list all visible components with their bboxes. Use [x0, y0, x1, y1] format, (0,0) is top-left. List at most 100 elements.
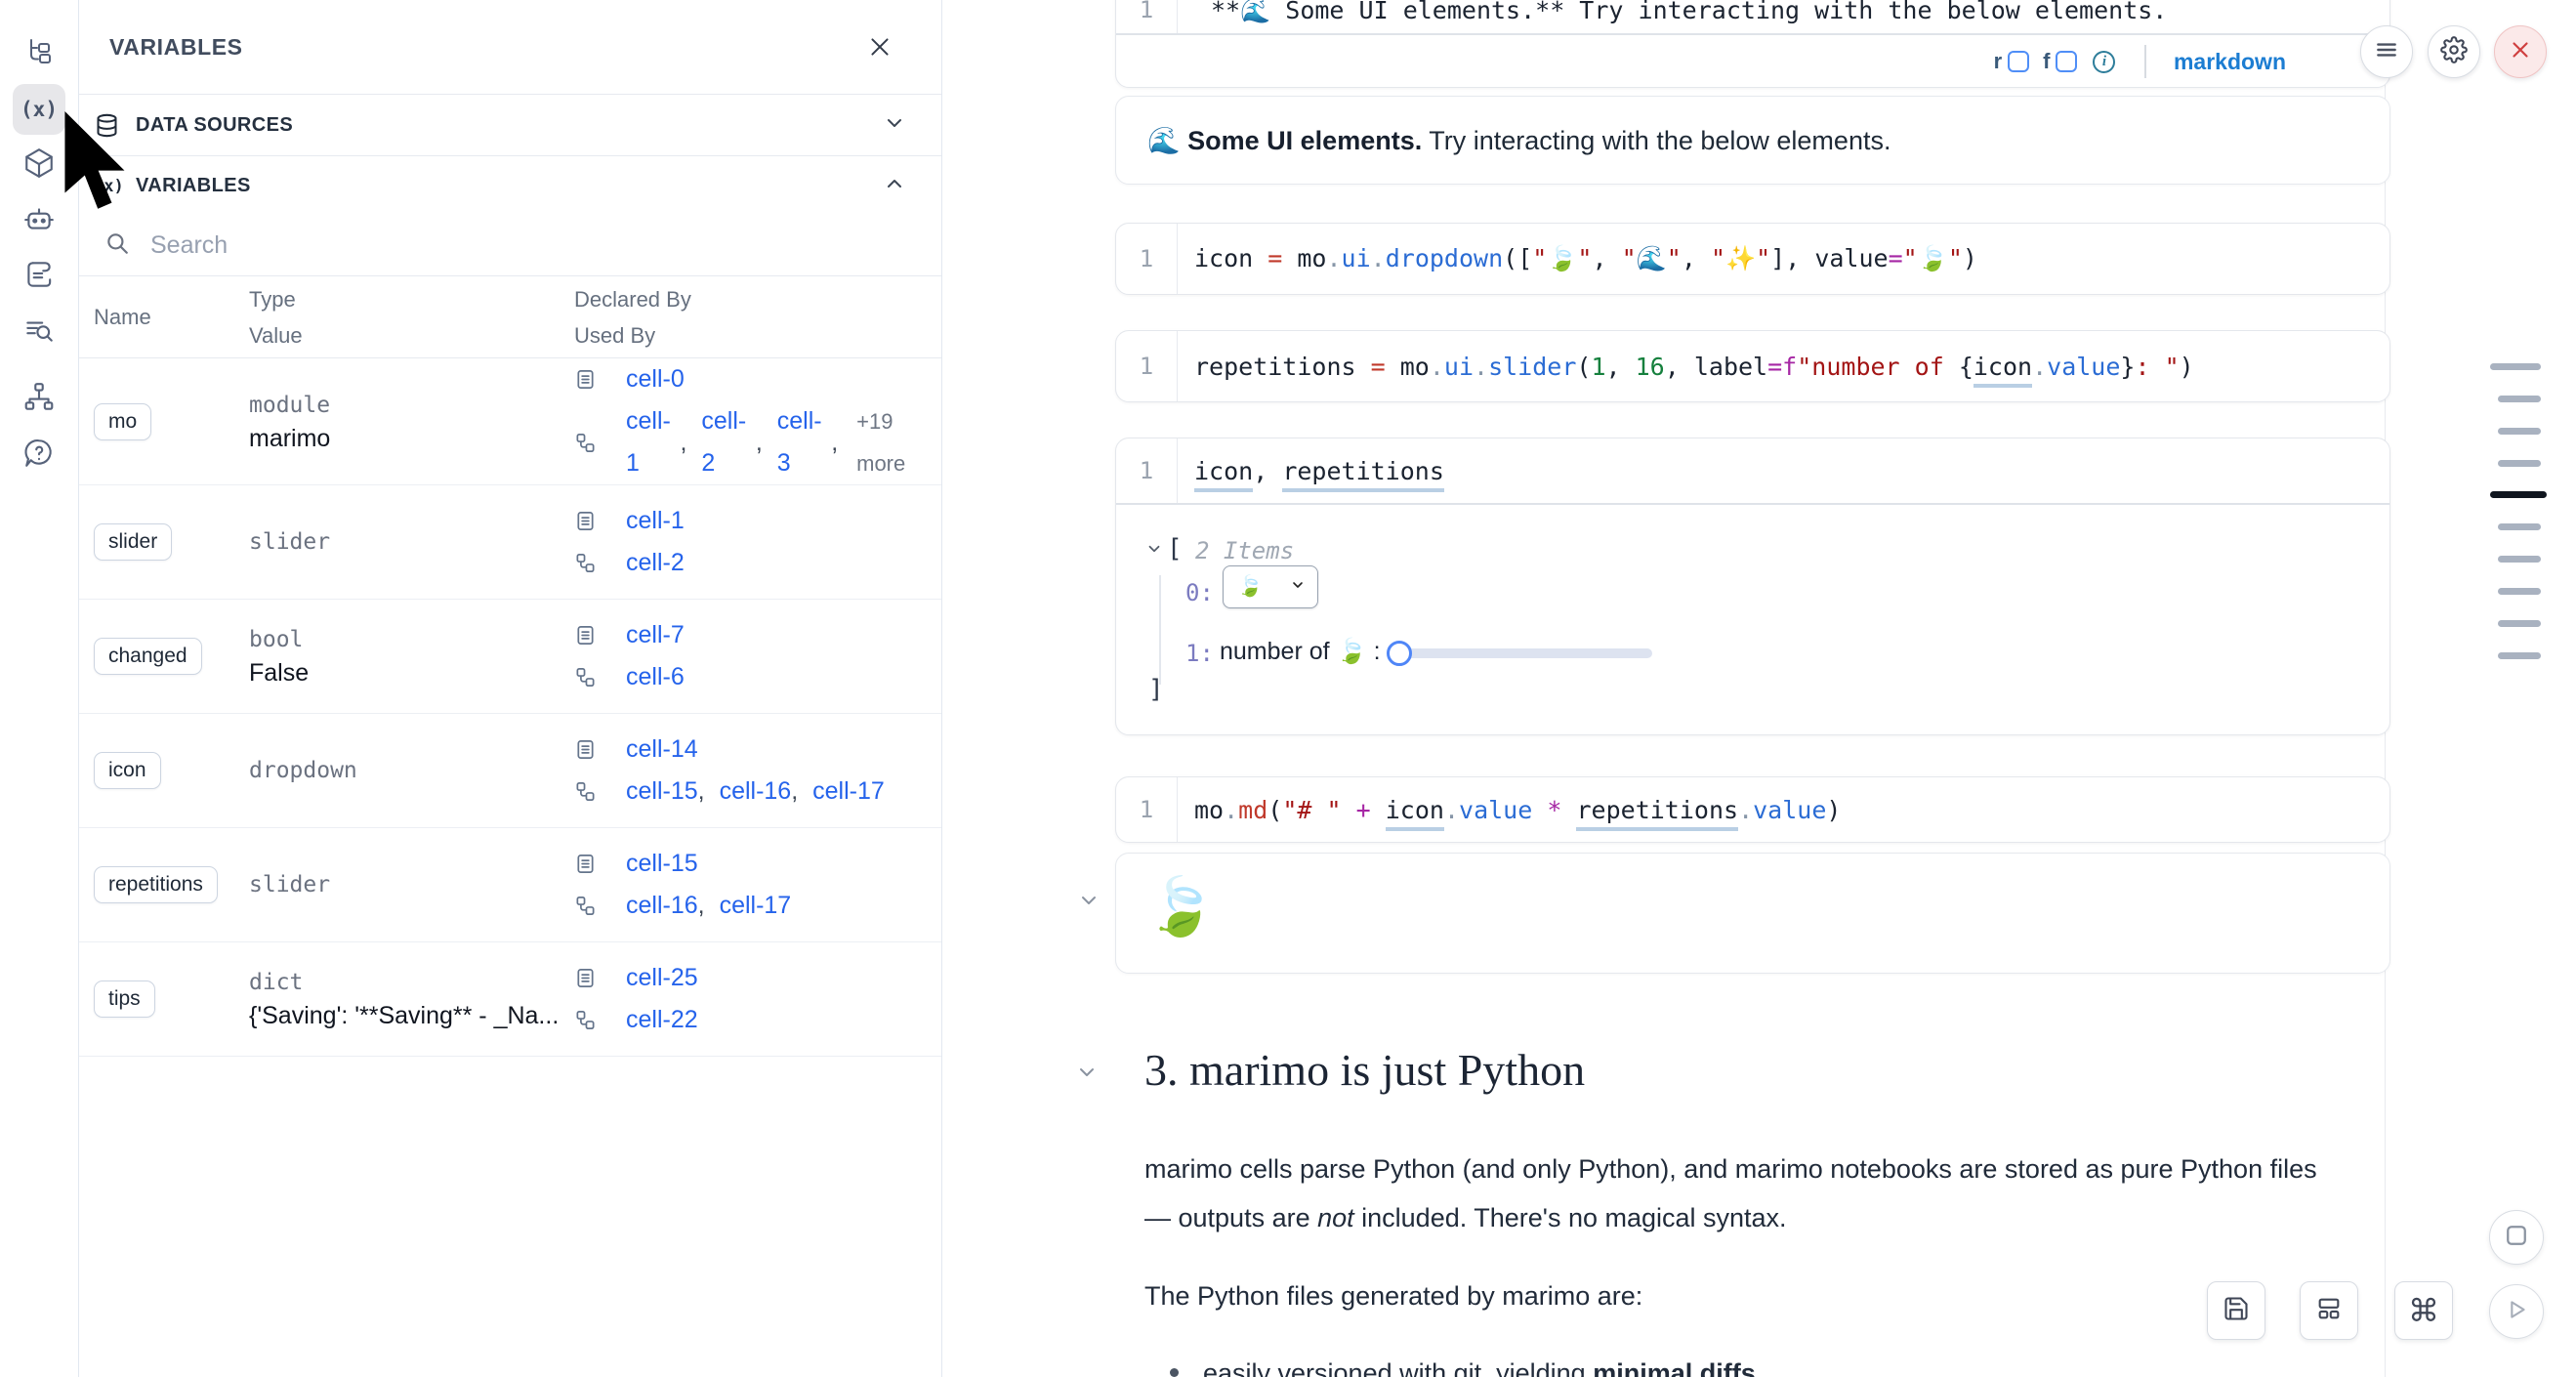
code-cell-slider[interactable]: 1 repetitions = mo.ui.slider(1, 16, labe…	[1115, 330, 2390, 402]
sidebar-item-packages[interactable]	[13, 140, 65, 190]
output-collapse-icon[interactable]	[1077, 889, 1101, 917]
shortcuts-button[interactable]: ⌘	[2394, 1281, 2453, 1340]
variable-value: {'Saving': '**Saving** - _Na...	[249, 999, 561, 1032]
close-icon[interactable]	[867, 34, 893, 60]
search-input[interactable]	[150, 231, 916, 260]
variable-name-badge[interactable]: slider	[94, 523, 172, 561]
line-number: 1	[1116, 438, 1178, 503]
minimap-marker[interactable]	[2498, 588, 2541, 595]
delete-cell-button[interactable]	[2494, 25, 2547, 78]
raw-string-checkbox-icon[interactable]	[2008, 51, 2029, 72]
minimap-marker[interactable]	[2498, 523, 2541, 530]
dropdown-value: 🍃	[1237, 575, 1263, 599]
line-number: 1	[1116, 0, 1178, 33]
close-x-icon	[2508, 37, 2533, 67]
sidebar-item-file-tree[interactable]	[13, 28, 65, 79]
cell-link[interactable]: cell-25	[626, 957, 698, 999]
code-cell-tuple[interactable]: 1 icon, repetitions [ 2 Items 0: 🍃 1:	[1115, 438, 2390, 735]
cell-link[interactable]: cell-1	[626, 400, 680, 484]
cell-config-button[interactable]	[2428, 25, 2480, 78]
sidebar-item-help[interactable]	[13, 430, 65, 480]
cell-link[interactable]: cell-1	[626, 500, 685, 542]
declared-by: cell-0	[574, 358, 941, 400]
language-badge[interactable]: markdown	[2174, 49, 2286, 75]
variable-value: False	[249, 656, 561, 689]
sidebar-item-ai-assistant[interactable]	[13, 195, 65, 246]
cell-link[interactable]: cell-6	[626, 656, 685, 698]
variable-name-badge[interactable]: mo	[94, 403, 151, 440]
section-data-sources[interactable]: DATA SOURCES	[79, 95, 941, 156]
table-row: icondropdowncell-14cell-15, cell-16, cel…	[79, 714, 941, 828]
sidebar-item-variables[interactable]: (x)	[13, 84, 65, 135]
cell-link[interactable]: cell-0	[626, 358, 685, 400]
variable-name-badge[interactable]: changed	[94, 638, 202, 675]
slider-thumb[interactable]	[1387, 641, 1412, 666]
tree-collapse-icon[interactable]	[1145, 540, 1163, 563]
minimap-marker[interactable]	[2498, 652, 2541, 659]
section-variables[interactable]: (x) VARIABLES	[79, 156, 941, 216]
sidebar-item-snippets[interactable]	[13, 251, 65, 302]
cell-link[interactable]: cell-16	[626, 885, 698, 927]
cell-link[interactable]: cell-15	[626, 771, 698, 813]
layout-toggle-button[interactable]	[2300, 1281, 2358, 1340]
info-icon[interactable]: i	[2093, 51, 2115, 73]
frame-toggle-button[interactable]	[2489, 1210, 2544, 1265]
bullet-item: easily versioned with git, yielding mini…	[1203, 1358, 1756, 1377]
slider-label: number of 🍃 :	[1220, 638, 1381, 666]
f-string-checkbox-icon[interactable]	[2056, 51, 2077, 72]
cell-link[interactable]: cell-7	[626, 614, 685, 656]
variables-icon: (x)	[21, 98, 58, 121]
variable-name-badge[interactable]: tips	[94, 981, 155, 1018]
save-floppy-icon	[2223, 1295, 2250, 1327]
minimap-marker[interactable]	[2490, 363, 2541, 370]
cell-link[interactable]: cell-16	[720, 771, 792, 813]
cell-link[interactable]: cell-15	[626, 843, 698, 885]
scratchpad-icon	[22, 258, 56, 296]
cell-link[interactable]: cell-22	[626, 999, 698, 1041]
code-line[interactable]: mo.md("# " + icon.value * repetitions.va…	[1178, 796, 1841, 824]
cell-link[interactable]: cell-17	[812, 771, 885, 813]
play-icon	[2503, 1296, 2530, 1328]
cell-link[interactable]: cell-14	[626, 729, 698, 771]
panel-header: VARIABLES	[79, 0, 941, 95]
code-editor[interactable]: 1 **🌊 Some UI elements.** Try interactin…	[1116, 0, 2389, 33]
sidebar-item-dependencies[interactable]	[13, 374, 65, 425]
slider-track[interactable]	[1396, 648, 1652, 658]
code-cell-md[interactable]: 1 mo.md("# " + icon.value * repetitions.…	[1115, 776, 2390, 843]
footer-divider	[2144, 45, 2146, 78]
minimap-marker[interactable]	[2498, 620, 2541, 627]
code-cell-dropdown[interactable]: 1 icon = mo.ui.dropdown(["🍃", "🌊", "✨"],…	[1115, 223, 2390, 295]
minimap-marker-active[interactable]	[2490, 491, 2547, 498]
declared-by: cell-7	[574, 614, 941, 656]
sidebar-item-logs[interactable]	[13, 307, 65, 357]
paragraph-line: marimo cells parse Python (and only Pyth…	[1144, 1154, 2317, 1185]
save-button[interactable]	[2207, 1281, 2265, 1340]
minimap-marker[interactable]	[2498, 428, 2541, 435]
minimap-marker[interactable]	[2498, 556, 2541, 563]
used-by-icon	[574, 780, 611, 803]
variable-name-badge[interactable]: icon	[94, 752, 161, 789]
cell-link[interactable]: cell-3	[777, 400, 831, 484]
run-all-button[interactable]	[2489, 1284, 2544, 1339]
chevron-down-icon	[1290, 577, 1306, 598]
raw-string-toggle[interactable]: r	[1994, 49, 2003, 74]
cell-menu-button[interactable]	[2360, 25, 2413, 78]
variable-name-badge[interactable]: repetitions	[94, 866, 218, 903]
markdown-source[interactable]: **🌊 Some UI elements.** Try interacting …	[1194, 0, 2167, 25]
code-line[interactable]: icon = mo.ui.dropdown(["🍃", "🌊", "✨"], v…	[1178, 244, 1977, 273]
minimap-marker[interactable]	[2498, 460, 2541, 467]
ai-assistant-icon	[22, 202, 56, 240]
minimap-marker[interactable]	[2498, 396, 2541, 402]
dropdown-select[interactable]: 🍃	[1223, 565, 1318, 608]
index-0-label: 0:	[1185, 579, 1214, 606]
f-string-toggle[interactable]: f	[2043, 49, 2050, 74]
code-line[interactable]: icon, repetitions	[1178, 457, 1444, 485]
section-collapse-icon[interactable]	[1075, 1061, 1099, 1089]
cell-link[interactable]: cell-2	[626, 542, 685, 584]
cell-link[interactable]: cell-2	[701, 400, 755, 484]
table-header: Name Type Value Declared By Used By	[79, 276, 941, 358]
cell-link[interactable]: cell-17	[720, 885, 792, 927]
markdown-cell-editor[interactable]: 1 **🌊 Some UI elements.** Try interactin…	[1115, 0, 2390, 88]
code-line[interactable]: repetitions = mo.ui.slider(1, 16, label=…	[1178, 353, 2194, 381]
used-by-icon	[574, 895, 611, 917]
